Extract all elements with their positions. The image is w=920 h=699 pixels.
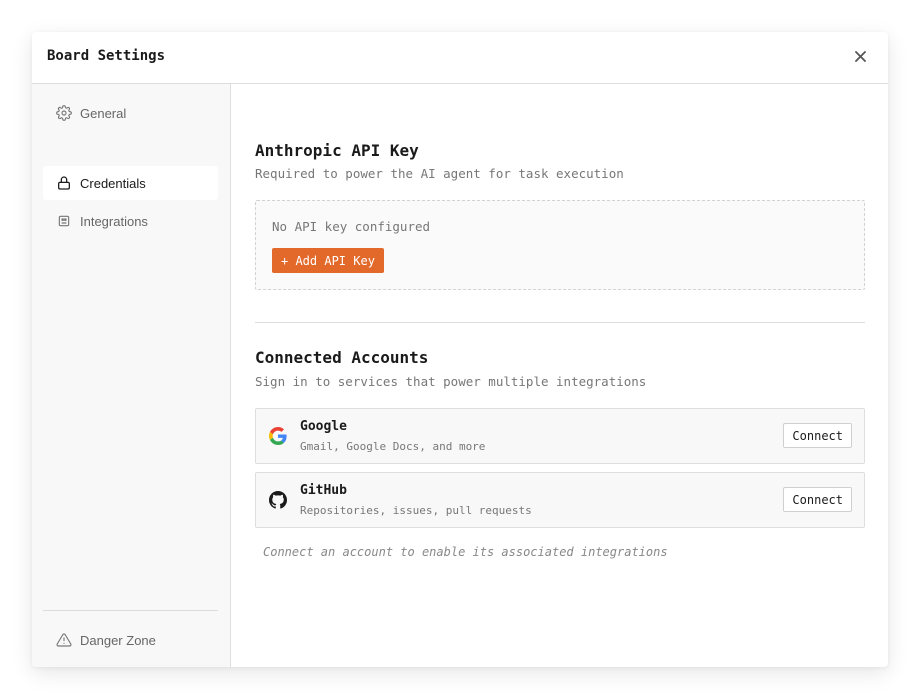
account-description: Gmail, Google Docs, and more bbox=[300, 440, 486, 453]
account-card-google: Google Gmail, Google Docs, and more Conn… bbox=[255, 408, 865, 464]
sidebar-divider bbox=[43, 610, 218, 611]
sidebar-item-label: General bbox=[80, 105, 127, 121]
account-description: Repositories, issues, pull requests bbox=[300, 504, 532, 517]
credentials-panel: Anthropic API Key Required to power the … bbox=[232, 84, 888, 667]
sidebar-item-general[interactable]: General bbox=[43, 96, 218, 130]
integration-icon bbox=[56, 213, 72, 229]
sidebar-item-integrations[interactable]: Integrations bbox=[43, 204, 218, 238]
sidebar-item-label: Credentials bbox=[80, 175, 146, 191]
sidebar-item-credentials[interactable]: Credentials bbox=[43, 166, 218, 200]
warning-triangle-icon bbox=[56, 632, 72, 648]
api-key-box: No API key configured + Add API Key bbox=[255, 200, 865, 290]
lock-icon bbox=[56, 175, 72, 191]
connect-google-button[interactable]: Connect bbox=[783, 423, 852, 448]
api-key-subtitle: Required to power the AI agent for task … bbox=[255, 166, 624, 181]
section-divider bbox=[255, 322, 865, 323]
modal-title: Board Settings bbox=[47, 48, 166, 64]
google-icon bbox=[269, 427, 287, 445]
connect-github-button[interactable]: Connect bbox=[783, 487, 852, 512]
sidebar-item-label: Integrations bbox=[80, 213, 148, 229]
github-icon bbox=[269, 491, 287, 509]
sidebar-item-danger-zone[interactable]: Danger Zone bbox=[43, 623, 218, 657]
connect-hint: Connect an account to enable its associa… bbox=[263, 545, 668, 559]
modal-header: Board Settings bbox=[32, 32, 888, 84]
gear-icon bbox=[56, 105, 72, 121]
account-name: GitHub bbox=[300, 483, 347, 498]
api-key-title: Anthropic API Key bbox=[255, 141, 419, 160]
settings-sidebar: General Credentials Integrations Danger … bbox=[32, 84, 231, 667]
connected-accounts-title: Connected Accounts bbox=[255, 348, 429, 367]
close-button[interactable] bbox=[850, 46, 870, 66]
close-icon bbox=[854, 50, 866, 62]
api-key-empty-text: No API key configured bbox=[272, 219, 431, 234]
add-api-key-button[interactable]: + Add API Key bbox=[272, 248, 384, 273]
connected-accounts-subtitle: Sign in to services that power multiple … bbox=[255, 374, 647, 389]
account-card-github: GitHub Repositories, issues, pull reques… bbox=[255, 472, 865, 528]
sidebar-item-label: Danger Zone bbox=[80, 632, 156, 648]
account-name: Google bbox=[300, 419, 347, 434]
board-settings-modal: Board Settings General Credentials Integ… bbox=[32, 32, 888, 667]
